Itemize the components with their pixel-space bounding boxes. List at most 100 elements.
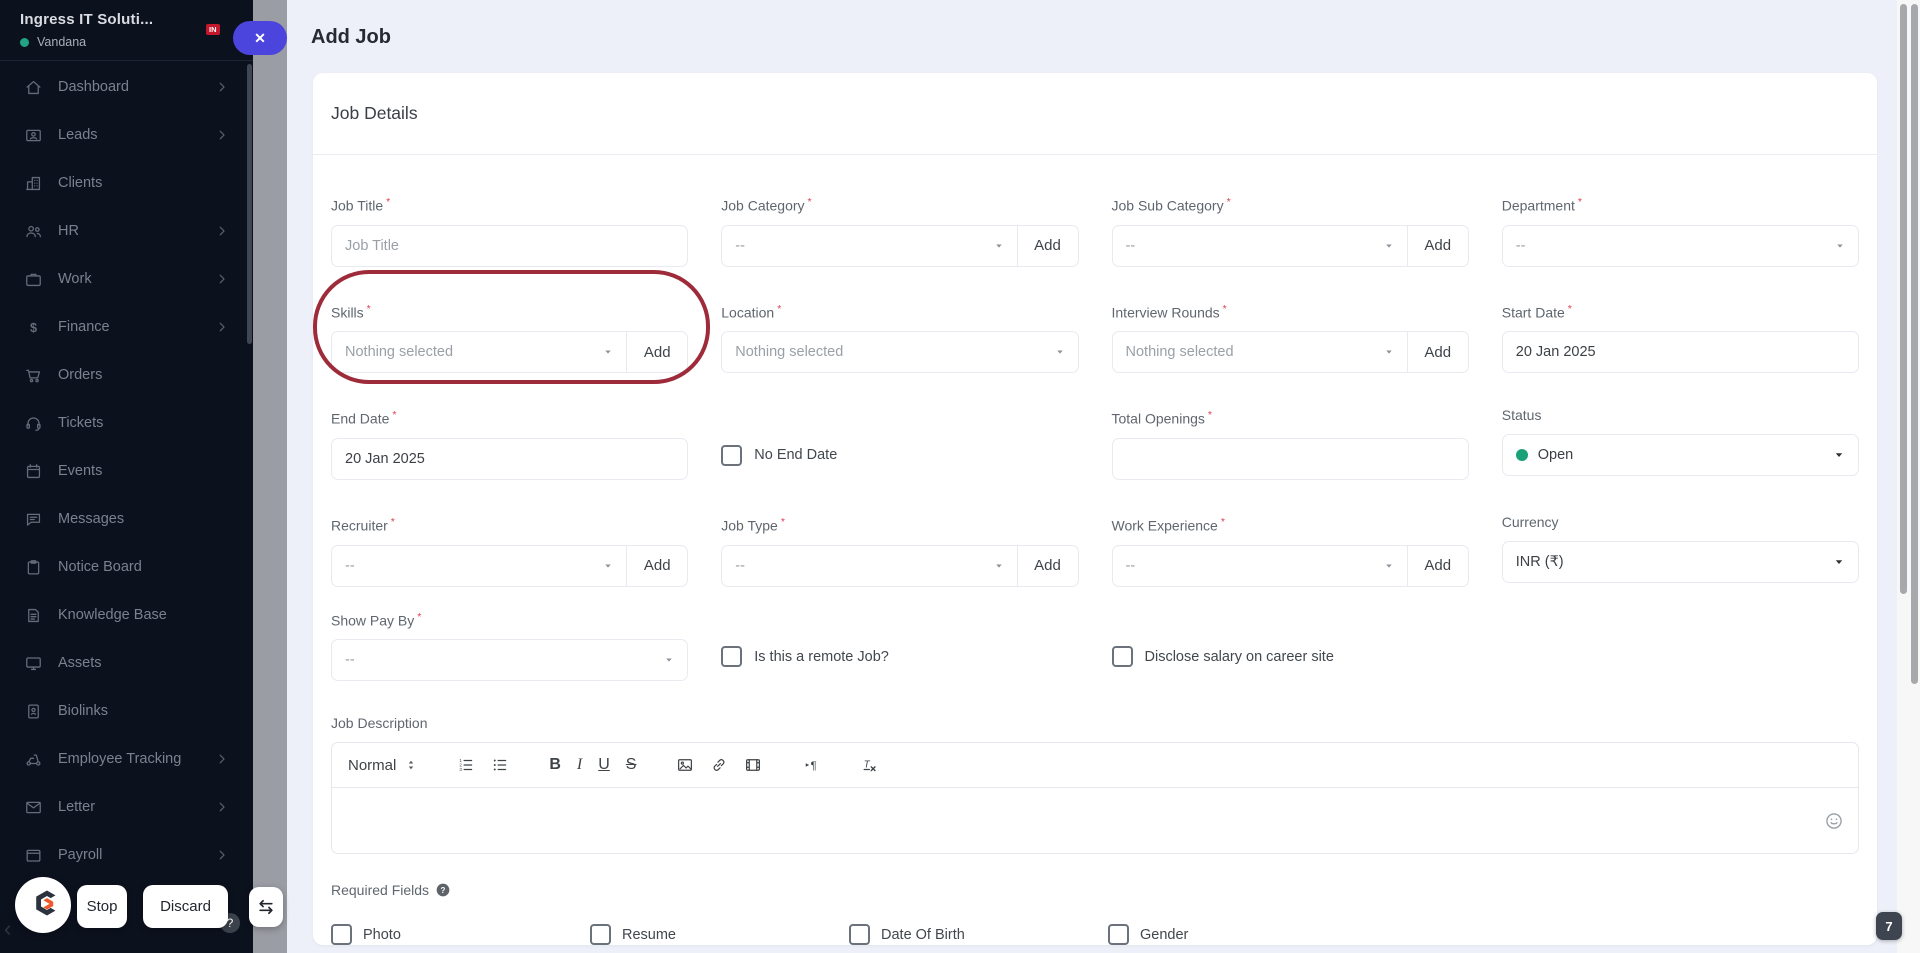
card-title: Job Details bbox=[313, 73, 1877, 155]
remote-job-label: Is this a remote Job? bbox=[754, 648, 889, 665]
recruiter-select[interactable]: -- bbox=[331, 544, 628, 587]
video-icon bbox=[744, 756, 762, 774]
field-job-type: Job Type * -- Add bbox=[721, 514, 1079, 587]
skills-add-button[interactable]: Add bbox=[626, 331, 689, 374]
svg-text:3: 3 bbox=[460, 767, 463, 772]
work-experience-select[interactable]: -- bbox=[1111, 544, 1408, 587]
sidebar-item-payroll[interactable]: Payroll bbox=[0, 831, 247, 879]
sidebar-scrollbar[interactable] bbox=[247, 64, 252, 344]
sidebar-item-leads[interactable]: Leads bbox=[0, 111, 247, 159]
bold-button[interactable]: B bbox=[549, 756, 561, 774]
scrollbar-rail bbox=[1897, 0, 1920, 953]
emoji-icon[interactable] bbox=[1824, 811, 1844, 831]
sidebar-item-knowledge-base[interactable]: Knowledge Base bbox=[0, 591, 247, 639]
job-description-editor[interactable] bbox=[331, 788, 1859, 855]
italic-button[interactable]: I bbox=[577, 756, 582, 774]
sidebar-item-clients[interactable]: Clients bbox=[0, 159, 247, 207]
photo-checkbox[interactable] bbox=[331, 924, 352, 945]
sidebar-item-dashboard[interactable]: Dashboard bbox=[0, 63, 247, 111]
sidebar-item-employee-tracking[interactable]: Employee Tracking bbox=[0, 735, 247, 783]
caret-down-icon bbox=[994, 241, 1004, 251]
currency-select[interactable]: INR (₹) bbox=[1501, 540, 1859, 583]
recruiter-add-button[interactable]: Add bbox=[626, 544, 689, 587]
interview-rounds-add-button[interactable]: Add bbox=[1406, 331, 1469, 374]
job-sub-category-add-button[interactable]: Add bbox=[1406, 224, 1469, 267]
show-pay-by-select[interactable]: -- bbox=[331, 639, 689, 682]
sidebar-item-tickets[interactable]: Tickets bbox=[0, 399, 247, 447]
sidebar-item-hr[interactable]: HR bbox=[0, 207, 247, 255]
swap-arrows-button[interactable] bbox=[249, 887, 283, 927]
required-field-resume: Resume bbox=[590, 924, 849, 945]
no-end-date-checkbox[interactable] bbox=[721, 444, 743, 466]
underline-button[interactable]: U bbox=[598, 756, 610, 774]
sidebar-item-notice-board[interactable]: Notice Board bbox=[0, 543, 247, 591]
job-sub-category-label: Job Sub Category bbox=[1111, 197, 1224, 214]
resume-checkbox[interactable] bbox=[590, 924, 611, 945]
job-title-input[interactable] bbox=[331, 224, 689, 267]
job-category-select[interactable]: -- bbox=[721, 224, 1018, 267]
insert-video-button[interactable] bbox=[744, 756, 762, 774]
date-of-birth-label: Date Of Birth bbox=[881, 926, 965, 943]
date-of-birth-checkbox[interactable] bbox=[849, 924, 870, 945]
disclose-salary-label: Disclose salary on career site bbox=[1144, 648, 1334, 665]
widget-collapse-arrow[interactable]: ‹ bbox=[4, 916, 11, 942]
sidebar-item-assets[interactable]: Assets bbox=[0, 639, 247, 687]
gender-checkbox[interactable] bbox=[1108, 924, 1129, 945]
sidebar: Ingress IT Soluti... IN Vandana Dashboar… bbox=[0, 0, 253, 953]
status-select[interactable]: Open bbox=[1501, 434, 1859, 477]
text-direction-button[interactable]: ¶ bbox=[802, 756, 820, 774]
job-sub-category-select[interactable]: -- bbox=[1111, 224, 1408, 267]
bullet-list-button[interactable] bbox=[491, 756, 509, 774]
disclose-salary-checkbox[interactable] bbox=[1111, 646, 1133, 668]
help-question-icon[interactable]: ? bbox=[435, 882, 451, 898]
remote-job-checkbox[interactable] bbox=[721, 646, 743, 668]
start-date-input[interactable]: 20 Jan 2025 bbox=[1501, 331, 1859, 374]
job-type-select[interactable]: -- bbox=[721, 544, 1018, 587]
recording-discard-button[interactable]: Discard bbox=[143, 885, 228, 928]
recording-stop-button[interactable]: Stop bbox=[77, 885, 127, 928]
recorder-logo[interactable] bbox=[15, 877, 71, 933]
format-dropdown[interactable]: Normal bbox=[348, 757, 417, 774]
page-scrollbar-thumb[interactable] bbox=[1911, 4, 1918, 684]
sidebar-item-finance[interactable]: $ Finance bbox=[0, 303, 247, 351]
ordered-list-button[interactable]: 123 bbox=[457, 756, 475, 774]
sidebar-item-work[interactable]: Work bbox=[0, 255, 247, 303]
clear-format-button[interactable]: T bbox=[860, 756, 878, 774]
sidebar-item-label: Events bbox=[58, 463, 103, 479]
location-select[interactable]: Nothing selected bbox=[721, 331, 1079, 374]
sidebar-item-events[interactable]: Events bbox=[0, 447, 247, 495]
sidebar-item-orders[interactable]: Orders bbox=[0, 351, 247, 399]
job-type-add-button[interactable]: Add bbox=[1016, 544, 1079, 587]
required-asterisk: * bbox=[1220, 515, 1225, 528]
total-openings-input[interactable] bbox=[1111, 437, 1469, 480]
required-asterisk: * bbox=[390, 515, 395, 528]
end-date-input[interactable]: 20 Jan 2025 bbox=[331, 437, 689, 480]
insert-link-button[interactable] bbox=[710, 756, 728, 774]
recruiter-label: Recruiter bbox=[331, 517, 388, 534]
sidebar-item-letter[interactable]: Letter bbox=[0, 783, 247, 831]
chevron-right-icon bbox=[215, 272, 229, 286]
job-category-add-button[interactable]: Add bbox=[1016, 224, 1079, 267]
sidebar-item-label: Notice Board bbox=[58, 559, 142, 575]
modal-close-button[interactable]: ✕ bbox=[233, 21, 287, 55]
step-count-badge[interactable]: 7 bbox=[1876, 912, 1902, 940]
location-label: Location bbox=[721, 304, 775, 321]
modal-scrollbar-thumb[interactable] bbox=[1900, 4, 1907, 594]
department-select[interactable]: -- bbox=[1501, 224, 1859, 267]
sidebar-item-biolinks[interactable]: Biolinks bbox=[0, 687, 247, 735]
interview-rounds-select[interactable]: Nothing selected bbox=[1111, 331, 1408, 374]
field-remote-job: Is this a remote Job? bbox=[721, 609, 1078, 682]
ordered-list-icon: 123 bbox=[457, 756, 475, 774]
svg-text:$: $ bbox=[30, 320, 37, 334]
status-label: Status bbox=[1501, 407, 1542, 424]
cart-icon bbox=[24, 366, 43, 385]
required-asterisk: * bbox=[807, 196, 812, 208]
field-disclose-salary: Disclose salary on career site bbox=[1111, 609, 1469, 682]
sidebar-item-label: Biolinks bbox=[58, 703, 108, 719]
sidebar-item-messages[interactable]: Messages bbox=[0, 495, 247, 543]
skills-select[interactable]: Nothing selected bbox=[331, 331, 628, 374]
work-experience-add-button[interactable]: Add bbox=[1406, 544, 1469, 587]
strikethrough-button[interactable]: S bbox=[626, 756, 637, 774]
required-field-gender: Gender bbox=[1108, 924, 1367, 945]
insert-image-button[interactable] bbox=[676, 756, 694, 774]
